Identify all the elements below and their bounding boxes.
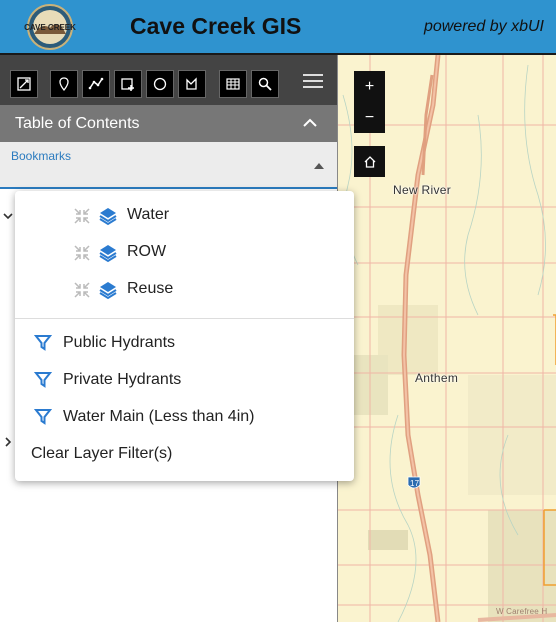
select-button[interactable] bbox=[10, 70, 38, 98]
place-label-new-river: New River bbox=[393, 183, 452, 197]
bookmarks-label: Bookmarks bbox=[11, 149, 72, 163]
circle-button[interactable] bbox=[146, 70, 174, 98]
search-icon bbox=[258, 77, 272, 91]
layers-icon bbox=[99, 282, 117, 300]
search-button[interactable] bbox=[251, 70, 279, 98]
point-button[interactable] bbox=[50, 70, 78, 98]
polygon-icon bbox=[121, 78, 134, 91]
filter-icon bbox=[34, 409, 52, 425]
zoom-in-button[interactable]: + bbox=[354, 71, 385, 102]
polyline-button[interactable] bbox=[82, 70, 110, 98]
zoom-control: + − bbox=[354, 71, 385, 133]
layer-group-row[interactable]: ROW bbox=[15, 234, 354, 271]
layer-group-water[interactable]: Water bbox=[15, 197, 354, 234]
cave-creek-logo: CAVE CREEK bbox=[24, 4, 76, 50]
collapse-icon[interactable] bbox=[73, 207, 91, 225]
toc-title: Table of Contents bbox=[15, 115, 140, 132]
bookmarks-dropdown: Water ROW Reuse Public Hydrants Private … bbox=[15, 191, 354, 481]
map-view[interactable]: 17 W Carefree H New River Anthem + − bbox=[338, 55, 556, 622]
filter-water-main[interactable]: Water Main (Less than 4in) bbox=[15, 399, 354, 436]
home-button[interactable] bbox=[354, 146, 385, 177]
collapse-icon[interactable] bbox=[73, 244, 91, 262]
place-label-anthem: Anthem bbox=[415, 371, 459, 385]
draw-toolbar bbox=[0, 55, 337, 105]
road-label: W Carefree H bbox=[496, 607, 548, 616]
bookmarks-select[interactable]: Bookmarks bbox=[0, 142, 337, 189]
clear-layer-filters-button[interactable]: Clear Layer Filter(s) bbox=[31, 445, 172, 463]
svg-text:CAVE CREEK: CAVE CREEK bbox=[24, 23, 76, 32]
filter-icon bbox=[34, 372, 52, 388]
freehand-button[interactable] bbox=[178, 70, 206, 98]
polyline-icon bbox=[88, 77, 104, 90]
point-icon bbox=[59, 77, 69, 92]
polygon-button[interactable] bbox=[114, 70, 142, 98]
filter-private-hydrants[interactable]: Private Hydrants bbox=[15, 362, 354, 399]
home-icon bbox=[364, 155, 375, 168]
freehand-icon bbox=[186, 77, 197, 90]
layer-group-label: Water bbox=[127, 206, 170, 223]
app-header: CAVE CREEK Cave Creek GIS powered by xbU… bbox=[0, 0, 556, 55]
powered-by: powered by xbUI bbox=[423, 18, 544, 35]
toc-header[interactable]: Table of Contents bbox=[0, 105, 337, 142]
menu-icon[interactable] bbox=[303, 73, 323, 89]
layers-icon bbox=[99, 245, 117, 263]
layer-group-reuse[interactable]: Reuse bbox=[15, 271, 354, 308]
filter-label: Water Main (Less than 4in) bbox=[63, 408, 255, 425]
circle-icon bbox=[153, 77, 167, 91]
layer-group-label: Reuse bbox=[127, 280, 174, 297]
select-icon bbox=[17, 77, 31, 91]
app-title: Cave Creek GIS bbox=[130, 13, 302, 39]
layers-icon bbox=[99, 208, 117, 226]
table-icon bbox=[226, 78, 240, 90]
filter-label: Private Hydrants bbox=[63, 371, 182, 388]
table-button[interactable] bbox=[219, 70, 247, 98]
chevron-right-icon[interactable] bbox=[3, 437, 13, 447]
divider bbox=[15, 318, 354, 319]
filter-icon bbox=[34, 335, 52, 351]
chevron-down-icon[interactable] bbox=[3, 211, 13, 221]
chevron-up-icon[interactable] bbox=[303, 118, 317, 128]
layer-group-label: ROW bbox=[127, 243, 167, 260]
zoom-out-button[interactable]: − bbox=[354, 102, 385, 133]
filter-label: Public Hydrants bbox=[63, 334, 176, 351]
highway-shield-label: 17 bbox=[410, 479, 420, 488]
collapse-icon[interactable] bbox=[73, 281, 91, 299]
caret-down-icon[interactable] bbox=[314, 163, 324, 169]
filter-public-hydrants[interactable]: Public Hydrants bbox=[15, 325, 354, 362]
map-canvas bbox=[338, 55, 556, 622]
